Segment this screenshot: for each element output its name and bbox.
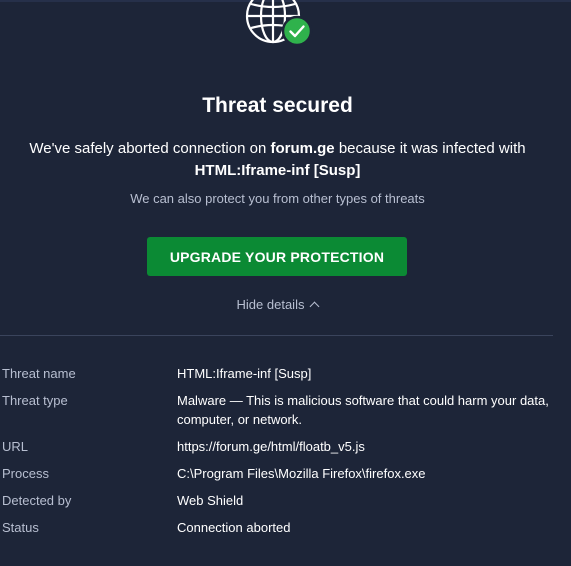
- chevron-up-icon: [310, 301, 320, 312]
- detail-value: HTML:Iframe-inf [Susp]: [177, 366, 312, 381]
- threat-message: We've safely aborted connection on forum…: [0, 138, 555, 182]
- detail-value: Connection aborted: [177, 520, 291, 535]
- message-threat: HTML:Iframe-inf [Susp]: [194, 162, 361, 179]
- detail-label: Process: [2, 466, 49, 481]
- detail-value: https://forum.ge/html/floatb_v5.js: [177, 439, 365, 454]
- detail-row-status: Status Connection aborted: [0, 518, 571, 545]
- detail-value: C:\Program Files\Mozilla Firefox\firefox…: [177, 466, 426, 481]
- detail-row-detected-by: Detected by Web Shield: [0, 491, 571, 518]
- details-divider: [0, 335, 553, 336]
- detail-label: Threat name: [2, 366, 76, 381]
- message-middle: because it was infected with: [338, 140, 526, 157]
- detail-row-threat-type: Threat type Malware — This is malicious …: [0, 391, 571, 437]
- detail-row-url: URL https://forum.ge/html/floatb_v5.js: [0, 437, 571, 464]
- globe-icon: [245, 0, 313, 47]
- upgrade-protection-button[interactable]: UPGRADE YOUR PROTECTION: [147, 237, 407, 276]
- detail-row-process: Process C:\Program Files\Mozilla Firefox…: [0, 464, 571, 491]
- hero-icon: [243, 0, 315, 58]
- page-title: Threat secured: [202, 94, 353, 117]
- check-badge-icon: [281, 15, 313, 47]
- detail-row-threat-name: Threat name HTML:Iframe-inf [Susp]: [0, 364, 571, 391]
- detail-label: Status: [2, 520, 39, 535]
- threat-details: Threat name HTML:Iframe-inf [Susp] Threa…: [0, 364, 571, 545]
- hide-details-label: Hide details: [236, 297, 305, 312]
- detail-value: Web Shield: [177, 493, 244, 508]
- detail-label: URL: [2, 439, 29, 454]
- hide-details-toggle[interactable]: Hide details: [0, 297, 555, 312]
- detail-label: Detected by: [2, 493, 72, 508]
- upsell-text: We can also protect you from other types…: [130, 191, 425, 206]
- detail-value: Malware — This is malicious software tha…: [177, 393, 549, 427]
- detail-label: Threat type: [2, 393, 68, 408]
- message-site: forum.ge: [270, 140, 335, 157]
- message-prefix: We've safely aborted connection on: [29, 140, 267, 157]
